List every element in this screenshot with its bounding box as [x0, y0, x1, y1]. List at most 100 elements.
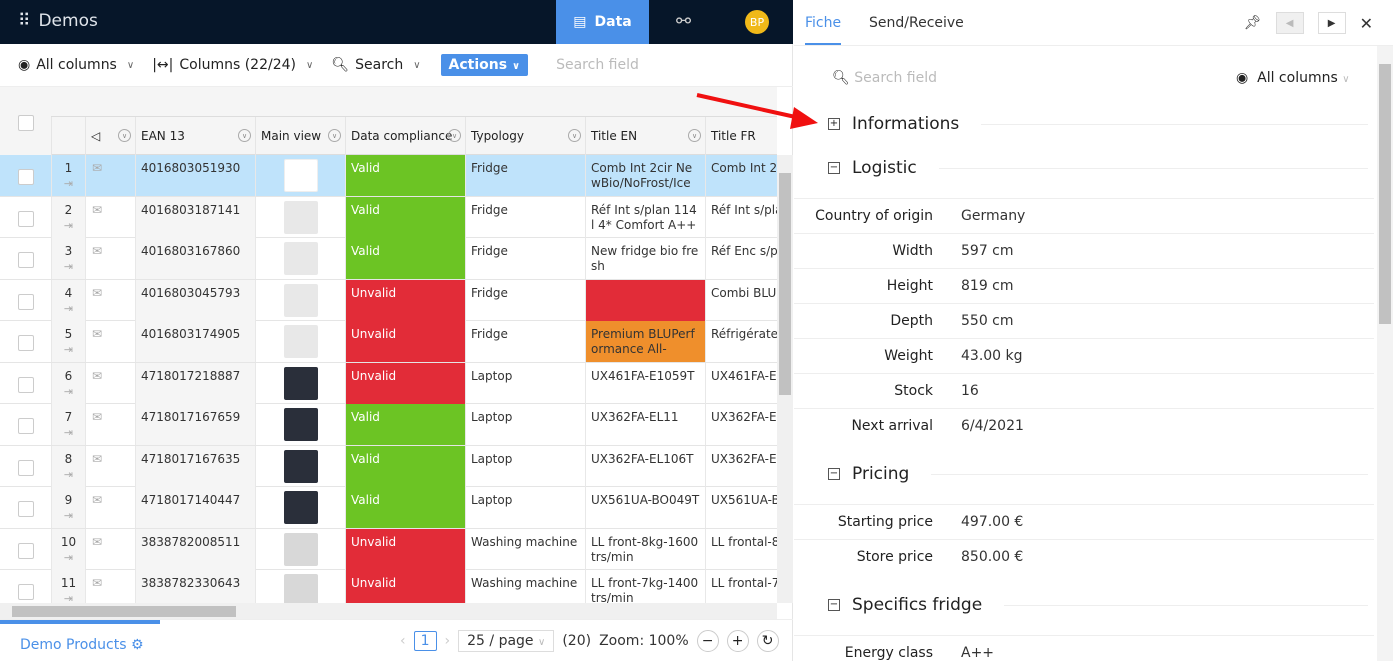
mail-icon[interactable]: ✉ — [85, 570, 135, 603]
table-row[interactable]: 11 ⇥ ✉ 3838782330643 Unvalid Washing mach… — [0, 570, 777, 603]
row-checkbox[interactable] — [18, 293, 34, 310]
product-thumbnail[interactable] — [284, 159, 318, 192]
open-record-icon[interactable]: ⇥ — [57, 301, 80, 316]
all-columns-dropdown[interactable]: ◉ All columns ∨ — [1236, 70, 1350, 86]
field-value[interactable]: 550 cm — [961, 313, 1014, 329]
row-checkbox[interactable] — [18, 252, 34, 268]
field-value[interactable]: 497.00 € — [961, 514, 1023, 530]
column-header[interactable]: EAN 13 ∨ — [135, 117, 255, 155]
open-record-icon[interactable]: ⇥ — [57, 508, 80, 523]
next-record-button[interactable]: ▶ — [1317, 12, 1346, 34]
mail-icon[interactable]: ✉ — [85, 238, 135, 279]
scroll-thumb[interactable] — [1379, 64, 1391, 324]
section-logistic[interactable]: − Logistic — [828, 158, 1368, 178]
field-value[interactable]: 43.00 kg — [961, 348, 1023, 364]
app-menu[interactable]: ⠿ Demos — [18, 11, 98, 31]
collapse-icon[interactable]: − — [828, 162, 840, 174]
zoom-out-button[interactable]: − — [696, 630, 719, 652]
product-thumbnail[interactable] — [284, 366, 318, 400]
field-value[interactable]: Germany — [961, 208, 1025, 224]
open-record-icon[interactable]: ⇥ — [57, 342, 80, 357]
horizontal-scrollbar[interactable] — [0, 603, 777, 619]
table-row[interactable]: 2 ⇥ ✉ 4016803187141 Valid Fridge Réf Int … — [0, 196, 777, 238]
filter-icon[interactable]: ∨ — [118, 129, 131, 142]
open-record-icon[interactable]: ⇥ — [57, 259, 80, 274]
table-row[interactable]: 7 ⇥ ✉ 4718017167659 Valid Laptop UX362FA-… — [0, 404, 777, 446]
vertical-scrollbar[interactable] — [777, 155, 793, 603]
columns-dropdown[interactable]: |↔| Columns (22/24) ∨ — [152, 57, 313, 73]
mail-icon[interactable]: ✉ — [85, 155, 135, 196]
product-thumbnail[interactable] — [284, 408, 318, 441]
graph-icon[interactable]: ⚯ — [676, 11, 691, 32]
scroll-thumb[interactable] — [12, 606, 236, 617]
table-row[interactable]: 4 ⇥ ✉ 4016803045793 Unvalid Fridge Combi … — [0, 279, 777, 321]
field-value[interactable]: 819 cm — [961, 278, 1014, 294]
field-value[interactable]: 16 — [961, 383, 979, 399]
table-row[interactable]: 1 ⇥ ✉ 4016803051930 Valid Fridge Comb Int… — [0, 155, 777, 197]
tab-fiche[interactable]: Fiche — [805, 15, 842, 45]
zoom-in-button[interactable]: + — [726, 630, 749, 652]
section-pricing[interactable]: − Pricing — [828, 464, 1368, 484]
table-row[interactable]: 6 ⇥ ✉ 4718017218887 Unvalid Laptop UX461F… — [0, 362, 777, 404]
column-header[interactable]: Typology ∨ — [465, 117, 585, 155]
row-checkbox[interactable] — [18, 418, 34, 434]
field-value[interactable]: 6/4/2021 — [961, 418, 1024, 434]
section-informations[interactable]: + Informations — [828, 114, 1368, 134]
field-value[interactable]: A++ — [961, 645, 994, 661]
field-value[interactable]: 597 cm — [961, 243, 1014, 259]
all-columns-dropdown[interactable]: ◉ All columns ∨ — [18, 57, 134, 73]
next-page-button[interactable]: › — [445, 633, 451, 649]
product-thumbnail[interactable] — [284, 491, 318, 524]
expand-icon[interactable]: + — [828, 118, 840, 130]
mail-icon[interactable]: ✉ — [85, 445, 135, 487]
open-record-icon[interactable]: ⇥ — [57, 467, 80, 482]
avatar[interactable]: BP — [745, 10, 769, 34]
current-page[interactable]: 1 — [413, 631, 437, 651]
row-checkbox[interactable] — [18, 501, 34, 517]
row-checkbox[interactable] — [18, 335, 34, 351]
column-header[interactable]: Title FR — [705, 117, 777, 155]
page-size-select[interactable]: 25 / page ∨ — [458, 630, 555, 652]
row-checkbox[interactable] — [18, 459, 34, 476]
mail-icon[interactable]: ✉ — [85, 279, 135, 321]
header-notify[interactable]: ◁ ∨ — [85, 117, 135, 155]
column-header[interactable]: Title EN ∨ — [585, 117, 705, 155]
section-specifics-fridge[interactable]: − Specifics fridge — [828, 595, 1368, 615]
select-all-checkbox[interactable] — [18, 115, 34, 131]
open-record-icon[interactable]: ⇥ — [57, 425, 80, 440]
product-thumbnail[interactable] — [284, 283, 318, 317]
row-checkbox[interactable] — [18, 376, 34, 393]
product-thumbnail[interactable] — [284, 574, 318, 603]
collapse-icon[interactable]: − — [828, 468, 840, 480]
product-thumbnail[interactable] — [284, 449, 318, 483]
table-row[interactable]: 5 ⇥ ✉ 4016803174905 Unvalid Fridge Premiu… — [0, 321, 777, 363]
close-icon[interactable]: ✕ — [1360, 14, 1373, 33]
search-input[interactable]: Search field — [556, 57, 639, 73]
refresh-button[interactable]: ↻ — [756, 630, 779, 652]
open-record-icon[interactable]: ⇥ — [57, 591, 80, 603]
search-dropdown[interactable]: 🔍︎ Search ∨ — [331, 57, 420, 73]
table-row[interactable]: 9 ⇥ ✉ 4718017140447 Valid Laptop UX561UA-… — [0, 487, 777, 529]
panel-scrollbar[interactable] — [1377, 46, 1393, 661]
collapse-icon[interactable]: − — [828, 599, 840, 611]
filter-icon[interactable]: ∨ — [448, 129, 461, 142]
column-header[interactable]: Data compliance ∨ — [345, 117, 465, 155]
column-header[interactable]: Main view ∨ — [255, 117, 345, 155]
product-thumbnail[interactable] — [284, 532, 318, 566]
mail-icon[interactable]: ✉ — [85, 487, 135, 528]
filter-icon[interactable]: ∨ — [688, 129, 701, 142]
tab-send-receive[interactable]: Send/Receive — [869, 15, 964, 31]
row-checkbox[interactable] — [18, 210, 34, 227]
table-row[interactable]: 3 ⇥ ✉ 4016803167860 Valid Fridge New frid… — [0, 238, 777, 280]
mail-icon[interactable]: ✉ — [85, 321, 135, 362]
open-record-icon[interactable]: ⇥ — [57, 218, 80, 233]
data-tab[interactable]: ▤ Data — [556, 0, 649, 44]
row-checkbox[interactable] — [18, 584, 34, 600]
open-record-icon[interactable]: ⇥ — [57, 176, 80, 191]
open-record-icon[interactable]: ⇥ — [57, 384, 80, 399]
table-row[interactable]: 8 ⇥ ✉ 4718017167635 Valid Laptop UX362FA-… — [0, 445, 777, 487]
filter-icon[interactable]: ∨ — [328, 129, 341, 142]
prev-page-button[interactable]: ‹ — [400, 633, 406, 649]
gear-icon[interactable]: ⚙ — [131, 637, 144, 653]
product-thumbnail[interactable] — [284, 242, 318, 275]
